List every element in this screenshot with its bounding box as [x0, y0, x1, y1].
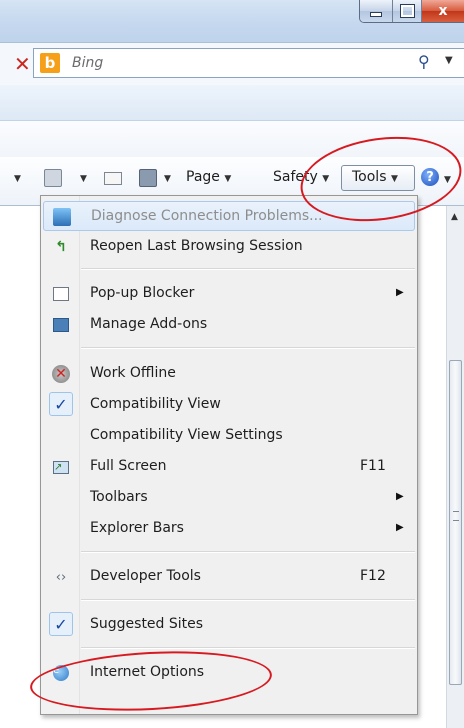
- menu-item-compatibility-view-settings[interactable]: Compatibility View Settings: [43, 421, 415, 451]
- home-dropdown-arrow[interactable]: ▼: [14, 169, 21, 185]
- chevron-down-icon: ▼: [390, 174, 398, 184]
- help-icon[interactable]: ?: [421, 168, 439, 186]
- full-screen-icon: ↗: [53, 460, 69, 474]
- mail-icon[interactable]: [104, 172, 122, 185]
- search-dropdown-icon[interactable]: ▼: [445, 55, 453, 66]
- menu-item-internet-options[interactable]: e Internet Options: [43, 658, 415, 688]
- tools-menu-button[interactable]: Tools ▼: [341, 165, 415, 191]
- check-icon: ✓: [49, 612, 73, 636]
- menu-item-manage-addons[interactable]: Manage Add-ons: [43, 310, 415, 340]
- developer-tools-icon: ‹›: [55, 569, 67, 585]
- print-icon[interactable]: [139, 169, 157, 187]
- menu-item-reopen-session[interactable]: ↰ Reopen Last Browsing Session: [43, 232, 415, 262]
- popup-blocker-icon: [53, 287, 69, 301]
- internet-options-icon: e: [53, 665, 69, 681]
- caption-buttons: x: [359, 0, 464, 23]
- tab-row: [0, 121, 464, 157]
- shortcut-label: F12: [360, 568, 386, 584]
- menu-item-compatibility-view[interactable]: ✓ Compatibility View: [43, 390, 415, 420]
- check-icon: ✓: [49, 392, 73, 416]
- work-offline-icon: ✕: [52, 365, 70, 383]
- chevron-down-icon: ▼: [224, 174, 232, 184]
- tools-dropdown-menu: Diagnose Connection Problems... ↰ Reopen…: [40, 195, 418, 715]
- print-dropdown-arrow[interactable]: ▼: [164, 169, 171, 185]
- menu-separator: [81, 551, 415, 553]
- help-dropdown-arrow[interactable]: ▼: [444, 170, 451, 186]
- network-diagnose-icon: [53, 208, 71, 226]
- tools-menu-label: Tools: [352, 169, 387, 185]
- title-bar: x: [0, 0, 464, 42]
- page-menu-button[interactable]: Page ▼: [186, 169, 231, 185]
- reopen-session-icon: ↰: [55, 239, 67, 255]
- safety-menu-button[interactable]: Safety ▼: [273, 169, 329, 185]
- menu-item-full-screen[interactable]: ↗ Full Screen F11: [43, 452, 415, 482]
- scroll-thumb[interactable]: [449, 360, 462, 685]
- maximize-button[interactable]: [393, 0, 422, 22]
- menu-separator: [81, 647, 415, 649]
- submenu-arrow-icon: ▶: [396, 491, 404, 502]
- menu-separator: [81, 268, 415, 270]
- menu-item-explorer-bars[interactable]: Explorer Bars ▶: [43, 514, 415, 544]
- bing-logo-icon: b: [40, 53, 60, 73]
- submenu-arrow-icon: ▶: [396, 287, 404, 298]
- page-menu-label: Page: [186, 169, 220, 185]
- search-provider-placeholder: Bing: [72, 55, 104, 71]
- menu-item-diagnose-connection[interactable]: Diagnose Connection Problems...: [43, 201, 415, 231]
- menu-separator: [81, 347, 415, 349]
- vertical-scrollbar[interactable]: ▲: [446, 206, 464, 728]
- minimize-button[interactable]: [360, 0, 393, 22]
- search-icon[interactable]: ⚲: [418, 52, 430, 71]
- menu-item-work-offline[interactable]: ✕ Work Offline: [43, 359, 415, 389]
- chevron-down-icon: ▼: [322, 174, 330, 184]
- feeds-icon[interactable]: [44, 169, 62, 187]
- safety-menu-label: Safety: [273, 169, 318, 185]
- scroll-grip-icon: [453, 511, 459, 521]
- feeds-dropdown-arrow[interactable]: ▼: [80, 169, 87, 185]
- close-icon: x: [438, 3, 448, 19]
- address-search-row: ✕ b Bing ⚲ ▼: [0, 42, 464, 86]
- submenu-arrow-icon: ▶: [396, 522, 404, 533]
- stop-icon[interactable]: ✕: [14, 52, 31, 76]
- scroll-up-arrow-icon[interactable]: ▲: [451, 212, 458, 222]
- menu-item-popup-blocker[interactable]: Pop-up Blocker ▶: [43, 279, 415, 309]
- shortcut-label: F11: [360, 458, 386, 474]
- close-button[interactable]: x: [422, 0, 464, 22]
- menu-item-developer-tools[interactable]: ‹› Developer Tools F12: [43, 562, 415, 592]
- favorites-bar: [0, 85, 464, 121]
- menu-item-toolbars[interactable]: Toolbars ▶: [43, 483, 415, 513]
- menu-item-suggested-sites[interactable]: ✓ Suggested Sites: [43, 610, 415, 640]
- minimize-icon: [370, 12, 382, 17]
- maximize-icon: [399, 4, 415, 18]
- search-input[interactable]: b Bing ⚲ ▼: [33, 48, 464, 78]
- menu-separator: [81, 599, 415, 601]
- addons-icon: [53, 318, 69, 332]
